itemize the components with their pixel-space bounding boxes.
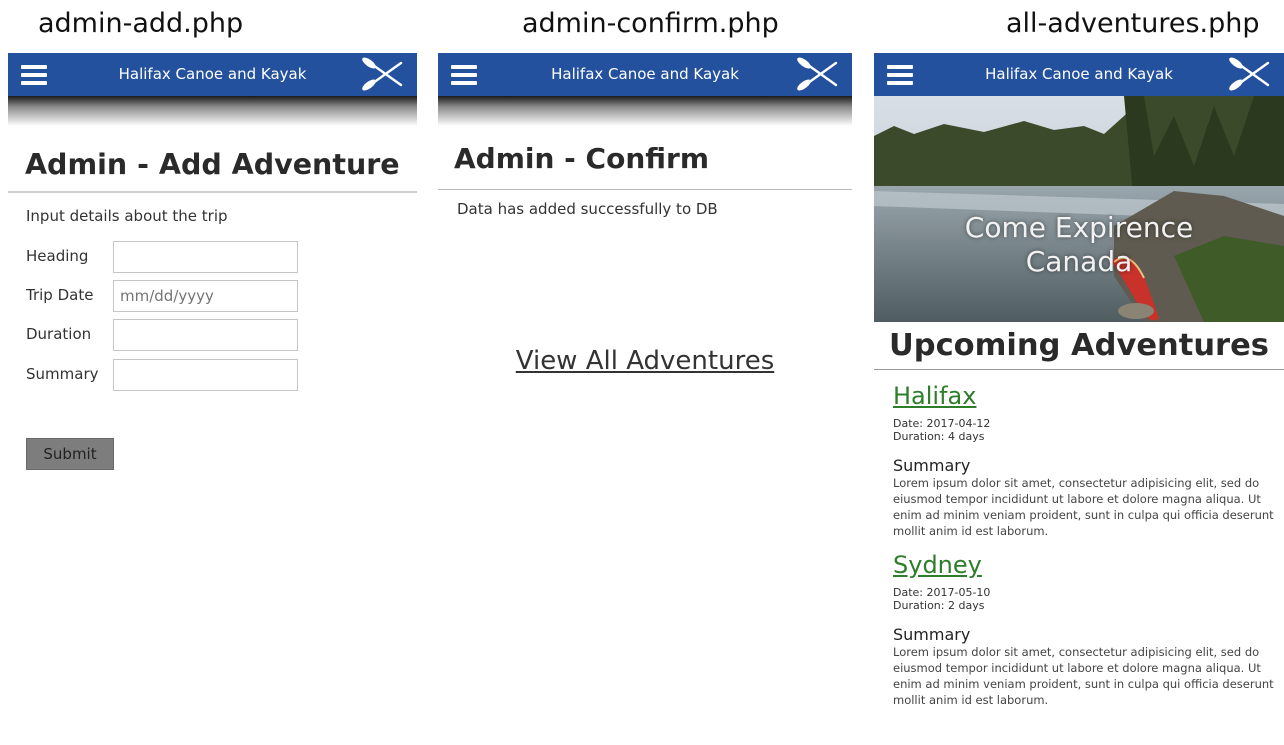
trip-date: Date: 2017-04-12 [893, 417, 991, 430]
heading-input[interactable] [113, 241, 298, 273]
lake-canoe-photo [874, 96, 1284, 322]
form-intro: Input details about the trip [26, 207, 228, 225]
page-caption-admin-confirm: admin-confirm.php [522, 8, 779, 39]
duration-input[interactable] [113, 319, 298, 351]
duration-row: Duration [26, 319, 316, 351]
crossed-paddles-icon[interactable] [361, 56, 407, 92]
summary-text: Lorem ipsum dolor sit amet, consectetur … [893, 476, 1274, 538]
all-adventures-screen: Halifax Canoe and Kayak Come Expirence C… [874, 53, 1284, 745]
trip-title-link[interactable]: Sydney [893, 551, 982, 579]
page-title: Admin - Confirm [454, 142, 709, 175]
crossed-paddles-icon[interactable] [796, 56, 842, 92]
page-caption-all-adventures: all-adventures.php [1006, 8, 1260, 39]
trip-date-label: Trip Date [26, 286, 94, 304]
nav-title: Halifax Canoe and Kayak [985, 65, 1173, 83]
summary-heading: Summary [893, 456, 971, 475]
page-title: Admin - Add Adventure [25, 148, 400, 181]
hero-line-2: Canada [1025, 245, 1133, 278]
trip-card: Sydney Date: 2017-05-10 Duration: 2 days… [893, 551, 1284, 708]
success-message: Data has added successfully to DB [457, 200, 718, 218]
trip-card: Halifax Date: 2017-04-12 Duration: 4 day… [893, 382, 1284, 539]
view-all-adventures-link[interactable]: View All Adventures [438, 346, 852, 376]
trip-meta: Date: 2017-05-10 Duration: 2 days [893, 586, 1284, 612]
hero-line-1: Come Expirence [964, 211, 1194, 244]
heading-label: Heading [26, 247, 89, 265]
crossed-paddles-icon[interactable] [1228, 56, 1274, 92]
trip-duration: Duration: 4 days [893, 430, 985, 443]
summary-row: Summary [26, 359, 316, 391]
heading-row: Heading [26, 241, 316, 273]
title-divider [874, 369, 1284, 370]
page-title: Upcoming Adventures [889, 328, 1269, 363]
summary-text: Lorem ipsum dolor sit amet, consectetur … [893, 645, 1274, 707]
trip-date-input[interactable] [113, 280, 298, 312]
summary-heading: Summary [893, 625, 971, 644]
title-divider [8, 191, 417, 193]
trip-date: Date: 2017-05-10 [893, 586, 991, 599]
navbar: Halifax Canoe and Kayak [8, 53, 417, 96]
hero-banner: Come Expirence Canada [874, 96, 1284, 322]
trip-meta: Date: 2017-04-12 Duration: 4 days [893, 417, 1284, 443]
admin-add-screen: Halifax Canoe and Kayak Admin - Add Adve… [8, 53, 417, 745]
duration-label: Duration [26, 325, 92, 343]
trip-duration: Duration: 2 days [893, 599, 985, 612]
trip-date-row: Trip Date [26, 280, 316, 312]
trip-title-link[interactable]: Halifax [893, 382, 976, 410]
title-divider [438, 189, 852, 190]
nav-title: Halifax Canoe and Kayak [551, 65, 739, 83]
submit-button[interactable]: Submit [26, 438, 114, 470]
hero-heading: Come Expirence Canada [874, 211, 1284, 279]
admin-confirm-screen: Halifax Canoe and Kayak Admin - Confirm … [438, 53, 852, 745]
summary-label: Summary [26, 365, 99, 383]
navbar: Halifax Canoe and Kayak [874, 53, 1284, 96]
navbar: Halifax Canoe and Kayak [438, 53, 852, 96]
nav-title: Halifax Canoe and Kayak [118, 65, 307, 83]
page-caption-admin-add: admin-add.php [38, 8, 244, 39]
summary-input[interactable] [113, 359, 298, 391]
